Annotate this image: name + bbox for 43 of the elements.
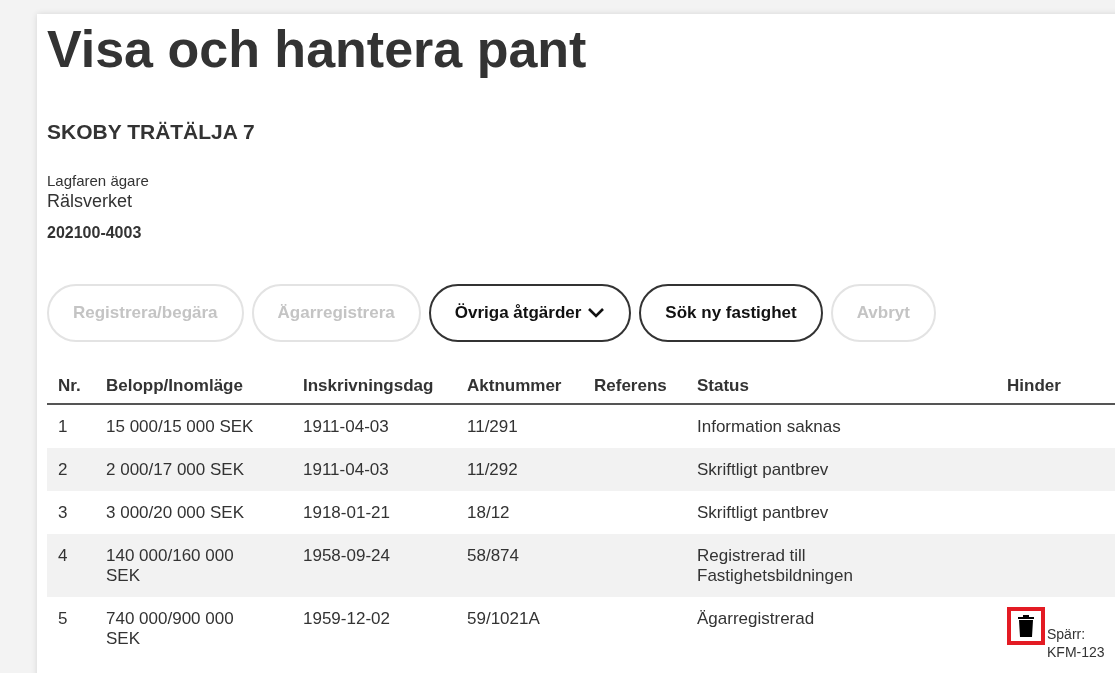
table-cell: 1911-04-03 xyxy=(303,460,389,479)
table-cell: 1959-12-02 xyxy=(303,609,390,628)
owner-label: Lagfaren ägare xyxy=(47,172,149,189)
table-cell: 2 xyxy=(58,460,68,479)
table-cell: 58/874 xyxy=(467,546,519,565)
table-cell: Information saknas xyxy=(697,417,841,436)
table-cell: 1 xyxy=(58,417,68,436)
owner-id: 202100-4003 xyxy=(47,224,142,242)
table-cell: 59/1021A xyxy=(467,609,540,628)
chevron-down-icon xyxy=(587,307,606,319)
table-cell: Registrerad till Fastighetsbildningen xyxy=(697,546,853,585)
table-cell: 2 000/17 000 SEK xyxy=(106,460,244,479)
column-header: Aktnummer xyxy=(456,368,583,404)
page-title: Visa och hantera pant xyxy=(47,19,587,80)
dropdown-button[interactable]: Övriga åtgärder xyxy=(428,284,632,342)
table-cell: 11/292 xyxy=(467,460,518,479)
table-cell: 3 xyxy=(58,503,68,522)
owner-name: Rälsverket xyxy=(47,191,133,212)
column-header: Belopp/Inomläge xyxy=(95,368,292,404)
column-header: Referens xyxy=(583,368,686,404)
table-cell: 4 xyxy=(58,546,68,565)
column-header: Nr. xyxy=(47,368,95,404)
table-cell: 1918-01-21 xyxy=(303,503,390,522)
column-header: Inskrivningsdag xyxy=(292,368,456,404)
column-header: Hinder xyxy=(996,368,1115,404)
table-cell: 1911-04-03 xyxy=(303,417,389,436)
trash-icon xyxy=(1018,615,1034,637)
table-cell: 3 000/20 000 SEK xyxy=(106,503,244,522)
table-cell: 5 xyxy=(58,609,68,628)
column-header: Status xyxy=(686,368,996,404)
table-cell: 740 000/900 000 SEK xyxy=(106,609,234,648)
hinder-text: Spärr: KFM-123 xyxy=(1047,625,1106,661)
property-name: SKOBY TRÄTÄLJA 7 xyxy=(47,120,255,144)
action-button[interactable]: Sök ny fastighet xyxy=(639,284,823,342)
delete-button[interactable] xyxy=(1007,607,1045,645)
table-cell: Ägarregistrerad xyxy=(697,609,815,628)
table-cell: 15 000/15 000 SEK xyxy=(106,417,254,436)
table-cell: 140 000/160 000 SEK xyxy=(106,546,234,585)
table-cell: Skriftligt pantbrev xyxy=(697,503,829,522)
table-cell: 18/12 xyxy=(467,503,510,522)
table-cell: Skriftligt pantbrev xyxy=(697,460,829,479)
table-cell: 11/291 xyxy=(467,417,518,436)
table-cell: 1958-09-24 xyxy=(303,546,390,565)
